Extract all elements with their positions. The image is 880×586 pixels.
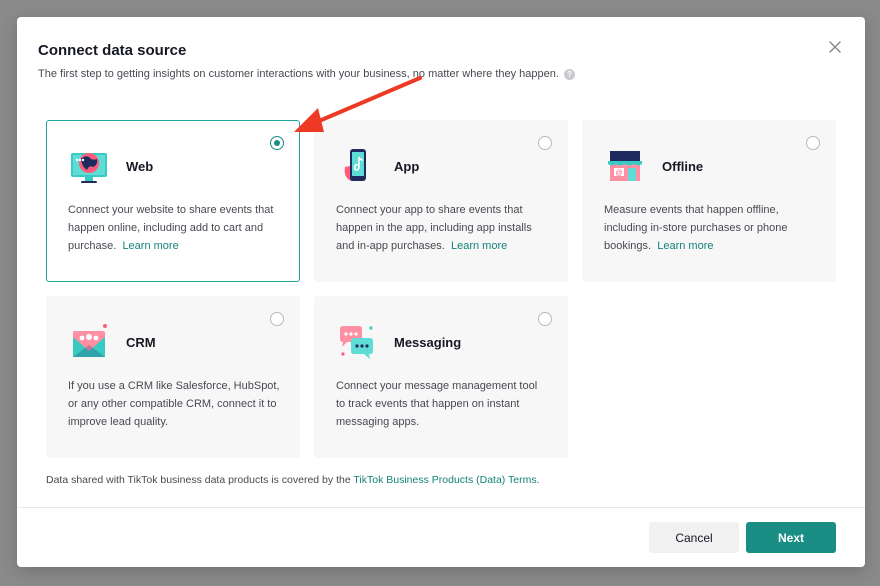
source-card-app[interactable]: App Connect your app to share events tha… [314,120,568,282]
connect-data-source-dialog: Connect data source The first step to ge… [17,17,865,567]
source-desc-offline: Measure events that happen offline, incl… [604,201,816,255]
store-icon: @ [608,151,642,181]
source-name-offline: Offline [662,159,704,174]
terms-notice: Data shared with TikTok business data pr… [46,474,540,486]
close-icon[interactable] [827,39,843,55]
source-card-crm[interactable]: CRM If you use a CRM like Salesforce, Hu… [46,296,300,458]
source-card-web[interactable]: Web Connect your website to share events… [46,120,300,282]
radio-app[interactable] [538,136,552,150]
learn-more-offline-link[interactable]: Learn more [657,240,713,252]
help-icon[interactable]: ? [563,68,575,80]
terms-prefix: Data shared with TikTok business data pr… [46,474,354,486]
radio-crm[interactable] [270,312,284,326]
next-button[interactable]: Next [746,522,836,553]
svg-text:@: @ [615,170,622,177]
source-desc-web: Connect your website to share events tha… [68,201,280,255]
source-card-offline[interactable]: @ Offline Measure events that happen off… [582,120,836,282]
radio-offline[interactable] [806,136,820,150]
source-name-app: App [394,159,420,174]
terms-suffix: . [536,474,540,486]
radio-messaging[interactable] [538,312,552,326]
source-desc-crm: If you use a CRM like Salesforce, HubSpo… [68,380,280,428]
terms-link[interactable]: TikTok Business Products (Data) Terms [353,474,536,486]
source-desc-messaging: Connect your message management tool to … [336,380,538,428]
web-icon [71,153,107,183]
radio-web[interactable] [270,136,284,150]
cancel-button[interactable]: Cancel [649,522,739,553]
app-icon [344,149,366,181]
source-name-crm: CRM [126,335,156,350]
learn-more-app-link[interactable]: Learn more [451,240,507,252]
learn-more-web-link[interactable]: Learn more [122,240,178,252]
footer-divider [17,507,865,508]
source-name-messaging: Messaging [394,335,462,350]
chat-icon [340,326,373,359]
dialog-title: Connect data source [38,42,187,59]
source-name-web: Web [126,159,154,174]
source-card-messaging[interactable]: Messaging Connect your message managemen… [314,296,568,458]
source-desc-app: Connect your app to share events that ha… [336,201,548,255]
crm-icon [73,324,107,357]
annotation-arrow-icon [294,76,422,132]
